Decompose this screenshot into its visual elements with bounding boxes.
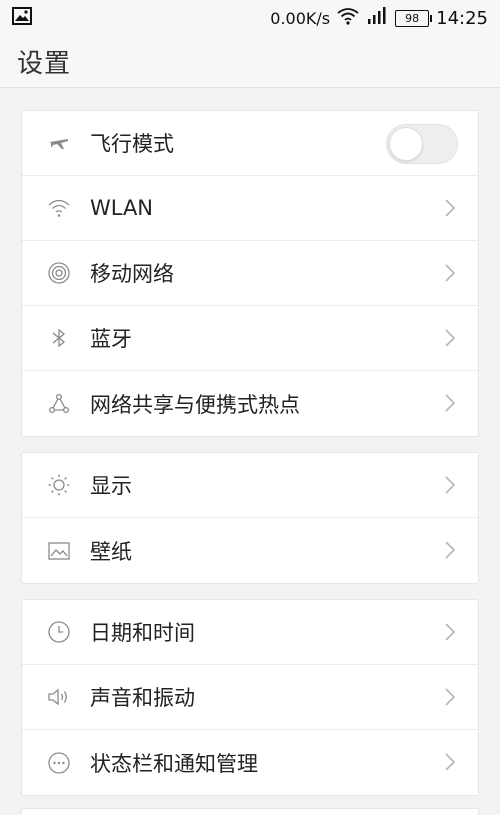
settings-group-display: 显示 壁纸 [21,452,479,584]
settings-item-label: 蓝牙 [90,327,132,351]
brightness-icon [44,470,74,500]
clock-icon [44,617,74,647]
cellular-signal-icon [366,6,388,30]
settings-item-display[interactable]: 显示 [22,453,478,518]
airplane-mode-toggle[interactable] [386,124,458,164]
settings-item-hotspot[interactable]: 网络共享与便携式热点 [22,371,478,436]
chevron-right-icon [445,541,456,559]
gallery-notification-icon [12,6,32,30]
chevron-right-icon [445,329,456,347]
chevron-right-icon [445,623,456,641]
network-speed: 0.00K/s [270,8,331,28]
settings-item-bluetooth[interactable]: 蓝牙 [22,306,478,371]
settings-group-system: 日期和时间 声音和振动 状态栏和通知管理 [21,599,479,796]
battery-icon: 98 [395,9,433,27]
settings-item-label: 壁纸 [90,539,132,564]
speaker-icon [44,682,74,712]
chevron-right-icon [445,688,456,706]
settings-item-label: 移动网络 [90,262,174,286]
settings-item-mobile-network[interactable]: 移动网络 [22,241,478,306]
wifi-icon [44,193,74,223]
chevron-right-icon [445,753,456,771]
wallpaper-icon [44,536,74,566]
settings-item-wlan[interactable]: WLAN [22,176,478,241]
settings-item-label: WLAN [90,196,154,220]
battery-level: 98 [405,11,420,25]
mobile-network-icon [44,258,74,288]
page-title: 设置 [17,49,72,79]
chevron-right-icon [445,264,456,282]
settings-item-label: 飞行模式 [90,132,174,156]
settings-item-status-bar-notifications[interactable]: 状态栏和通知管理 [22,730,478,795]
header: 设置 [0,36,500,88]
bluetooth-icon [44,323,74,353]
wifi-signal-icon [337,7,359,30]
settings-item-label: 网络共享与便携式热点 [90,392,300,417]
settings-item-label: 显示 [90,474,132,498]
toggle-knob [389,127,423,161]
clock-time: 14:25 [436,7,488,29]
settings-item-wallpaper[interactable]: 壁纸 [22,518,478,583]
more-dots-icon [44,748,74,778]
chevron-right-icon [445,394,456,412]
settings-item-label: 声音和振动 [90,686,195,710]
settings-group-next [21,808,479,815]
settings-item-date-time[interactable]: 日期和时间 [22,600,478,665]
settings-item-airplane-mode[interactable]: 飞行模式 [22,111,478,176]
settings-item-label: 状态栏和通知管理 [90,751,258,776]
settings-group-network: 飞行模式 WLAN 移动网络 蓝牙 网络共享与便携式热点 [21,110,479,437]
settings-item-label: 日期和时间 [90,621,195,645]
hotspot-icon [44,389,74,419]
chevron-right-icon [445,476,456,494]
airplane-icon [44,128,74,158]
chevron-right-icon [445,199,456,217]
settings-item-sound-vibration[interactable]: 声音和振动 [22,665,478,730]
status-bar: 0.00K/s 98 14:25 [0,0,500,36]
